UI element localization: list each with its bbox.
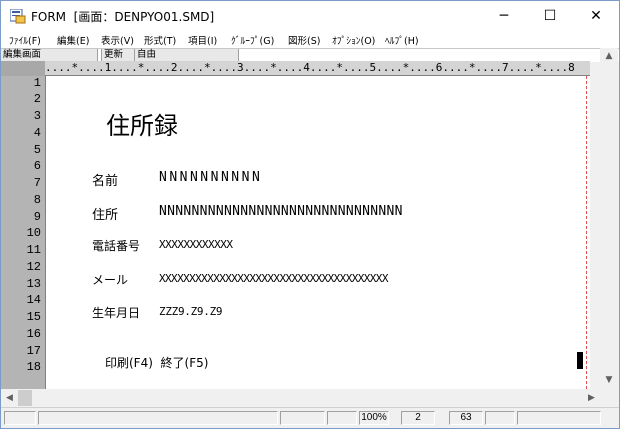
- update-label: 更新: [102, 49, 135, 61]
- menu-file[interactable]: ﾌｧｲﾙ(F): [9, 33, 41, 47]
- menu-options[interactable]: ｵﾌﾟｼｮﾝ(O): [332, 33, 375, 47]
- line-number: 6: [33, 159, 41, 173]
- scroll-left-icon[interactable]: ◀: [1, 389, 18, 407]
- title-bar: FORM [画面：DENPYO01.SMD] ─ ☐ ✕: [1, 1, 619, 31]
- ruler-corner: [1, 61, 45, 76]
- line-number: 1: [33, 76, 41, 90]
- line-number: 9: [33, 210, 41, 224]
- field-label-name[interactable]: 名前: [92, 170, 118, 189]
- menu-group[interactable]: ｸﾞﾙｰﾌﾟ(G): [231, 33, 274, 47]
- text-cursor: [577, 352, 583, 369]
- status-cell-empty: [327, 411, 357, 425]
- menu-edit[interactable]: 編集(E): [57, 33, 89, 47]
- status-cell-empty: [517, 411, 601, 425]
- status-zoom: 100%: [359, 411, 389, 425]
- field-value-email[interactable]: XXXXXXXXXXXXXXXXXXXXXXXXXXXXXXXXXXXXXX: [159, 272, 388, 285]
- line-number: 3: [33, 109, 41, 123]
- status-column: 63: [449, 411, 483, 425]
- column-ruler: ....*....1....*....2....*....3....*....4…: [45, 61, 590, 76]
- minimize-icon: ─: [499, 8, 509, 24]
- menu-format[interactable]: 形式(T): [144, 33, 176, 47]
- line-number: 11: [26, 243, 41, 257]
- menu-shape[interactable]: 図形(S): [288, 33, 320, 47]
- menu-bar: ﾌｧｲﾙ(F) 編集(E) 表示(V) 形式(T) 項目(I) ｸﾞﾙｰﾌﾟ(G…: [1, 31, 619, 48]
- maximize-button[interactable]: ☐: [527, 1, 573, 31]
- field-value-phone[interactable]: XXXXXXXXXXXX: [159, 238, 233, 251]
- line-number: 2: [33, 92, 41, 106]
- close-icon: ✕: [590, 8, 602, 24]
- field-label-birthdate[interactable]: 生年月日: [92, 304, 140, 321]
- line-number: 13: [26, 277, 41, 291]
- menu-item[interactable]: 項目(I): [188, 33, 217, 47]
- field-label-phone[interactable]: 電話番号: [92, 237, 140, 254]
- status-line: 2: [401, 411, 435, 425]
- scroll-up-icon[interactable]: ▲: [600, 48, 618, 65]
- right-margin-line: [586, 76, 587, 389]
- app-window: FORM [画面：DENPYO01.SMD] ─ ☐ ✕ ﾌｧｲﾙ(F) 編集(…: [0, 0, 620, 429]
- status-cell-message: [38, 411, 278, 425]
- line-number: 14: [26, 293, 41, 307]
- field-value-birthdate[interactable]: ZZZ9.Z9.Z9: [159, 305, 223, 318]
- status-cell-empty: [280, 411, 325, 425]
- maximize-icon: ☐: [543, 8, 557, 24]
- line-number: 5: [33, 143, 41, 157]
- line-number: 4: [33, 126, 41, 140]
- scroll-right-icon[interactable]: ▶: [583, 389, 600, 407]
- line-number-gutter: 1 2 3 4 5 6 7 8 9 10 11 12 13 14 15 16 1…: [1, 76, 46, 389]
- form-app-icon: [10, 9, 26, 24]
- status-cell-empty: [4, 411, 36, 425]
- line-number: 10: [26, 226, 41, 240]
- close-button[interactable]: ✕: [573, 1, 619, 31]
- line-number: 8: [33, 193, 41, 207]
- window-title: FORM [画面：DENPYO01.SMD]: [31, 10, 215, 24]
- status-cell-empty: [485, 411, 515, 425]
- field-value-address[interactable]: NNNNNNNNNNNNNNNNNNNNNNNNNNNNNN: [159, 204, 403, 219]
- function-key-labels[interactable]: 印刷(F4) 終了(F5): [105, 354, 208, 371]
- line-number: 18: [26, 360, 41, 374]
- line-number: 15: [26, 310, 41, 324]
- line-number: 16: [26, 327, 41, 341]
- menu-view[interactable]: 表示(V): [101, 33, 134, 47]
- field-label-email[interactable]: メール: [92, 271, 128, 288]
- mode-bar: 編集画面 更新 自由: [1, 48, 619, 62]
- line-number: 17: [26, 344, 41, 358]
- vertical-scrollbar[interactable]: ▲ ▼: [600, 48, 618, 389]
- status-bar: 100% 2 63: [1, 407, 619, 428]
- field-value-name[interactable]: NNNNNNNNNN: [159, 170, 262, 185]
- form-canvas[interactable]: 住所録 名前 NNNNNNNNNN 住所 NNNNNNNNNNNNNNNNNNN…: [46, 76, 590, 389]
- minimize-button[interactable]: ─: [481, 1, 527, 31]
- scroll-down-icon[interactable]: ▼: [600, 372, 618, 389]
- line-number: 7: [33, 176, 41, 190]
- horizontal-scroll-thumb[interactable]: [18, 390, 32, 406]
- form-heading[interactable]: 住所録: [106, 106, 178, 141]
- layout-label: 自由: [135, 49, 239, 61]
- horizontal-scrollbar[interactable]: ◀ ▶: [1, 389, 600, 407]
- field-label-address[interactable]: 住所: [92, 204, 118, 223]
- mode-label: 編集画面: [1, 49, 98, 61]
- menu-help[interactable]: ﾍﾙﾌﾟ(H): [385, 33, 419, 47]
- line-number: 12: [26, 260, 41, 274]
